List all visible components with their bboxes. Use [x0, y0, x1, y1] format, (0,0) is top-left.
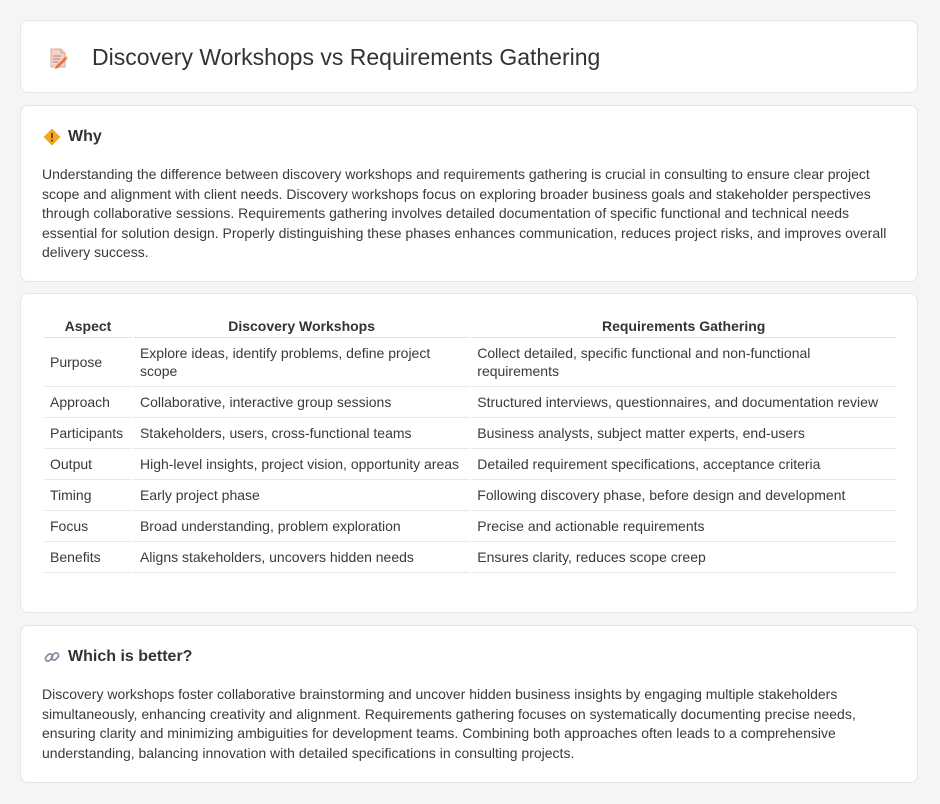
document-pencil-icon [50, 48, 68, 69]
aspect-cell: Approach [44, 387, 132, 418]
link-icon [44, 652, 60, 662]
better-heading: Which is better? [68, 648, 193, 665]
discovery-cell: Explore ideas, identify problems, define… [133, 338, 470, 387]
table-row: Benefits Aligns stakeholders, uncovers h… [44, 542, 896, 573]
table-row: Purpose Explore ideas, identify problems… [44, 338, 896, 387]
requirements-cell: Business analysts, subject matter expert… [471, 418, 896, 449]
why-text: Understanding the difference between dis… [42, 166, 887, 261]
aspect-cell: Output [44, 449, 132, 480]
requirements-cell: Ensures clarity, reduces scope creep [471, 542, 896, 573]
comparison-section: Aspect Discovery Workshops Requirements … [20, 293, 918, 613]
aspect-cell: Participants [44, 418, 132, 449]
better-text: Discovery workshops foster collaborative… [42, 686, 856, 761]
aspect-cell: Benefits [44, 542, 132, 573]
requirements-cell: Precise and actionable requirements [471, 511, 896, 542]
column-header-discovery: Discovery Workshops [133, 315, 470, 338]
discovery-cell: Early project phase [133, 480, 470, 511]
why-section: Why Understanding the difference between… [20, 105, 918, 282]
table-row: Approach Collaborative, interactive grou… [44, 387, 896, 418]
comparison-table: Aspect Discovery Workshops Requirements … [42, 315, 898, 573]
discovery-cell: Aligns stakeholders, uncovers hidden nee… [133, 542, 470, 573]
why-heading: Why [68, 128, 102, 145]
aspect-cell: Purpose [44, 338, 132, 387]
discovery-cell: Collaborative, interactive group session… [133, 387, 470, 418]
discovery-cell: High-level insights, project vision, opp… [133, 449, 470, 480]
aspect-cell: Timing [44, 480, 132, 511]
page-title: Discovery Workshops vs Requirements Gath… [92, 44, 601, 70]
better-heading-row: Which is better? [43, 648, 192, 666]
diamond-warning-icon [43, 128, 61, 146]
why-heading-row: Why [43, 128, 102, 146]
aspect-cell: Focus [44, 511, 132, 542]
requirements-cell: Following discovery phase, before design… [471, 480, 896, 511]
table-row: Output High-level insights, project visi… [44, 449, 896, 480]
table-row: Focus Broad understanding, problem explo… [44, 511, 896, 542]
table-row: Participants Stakeholders, users, cross-… [44, 418, 896, 449]
requirements-cell: Detailed requirement specifications, acc… [471, 449, 896, 480]
requirements-cell: Structured interviews, questionnaires, a… [471, 387, 896, 418]
title-card: Discovery Workshops vs Requirements Gath… [20, 20, 918, 93]
discovery-cell: Stakeholders, users, cross-functional te… [133, 418, 470, 449]
table-header-row: Aspect Discovery Workshops Requirements … [44, 315, 896, 338]
table-row: Timing Early project phase Following dis… [44, 480, 896, 511]
requirements-cell: Collect detailed, specific functional an… [471, 338, 896, 387]
column-header-requirements: Requirements Gathering [471, 315, 896, 338]
discovery-cell: Broad understanding, problem exploration [133, 511, 470, 542]
column-header-aspect: Aspect [44, 315, 132, 338]
which-is-better-section: Which is better? Discovery workshops fos… [20, 625, 918, 783]
